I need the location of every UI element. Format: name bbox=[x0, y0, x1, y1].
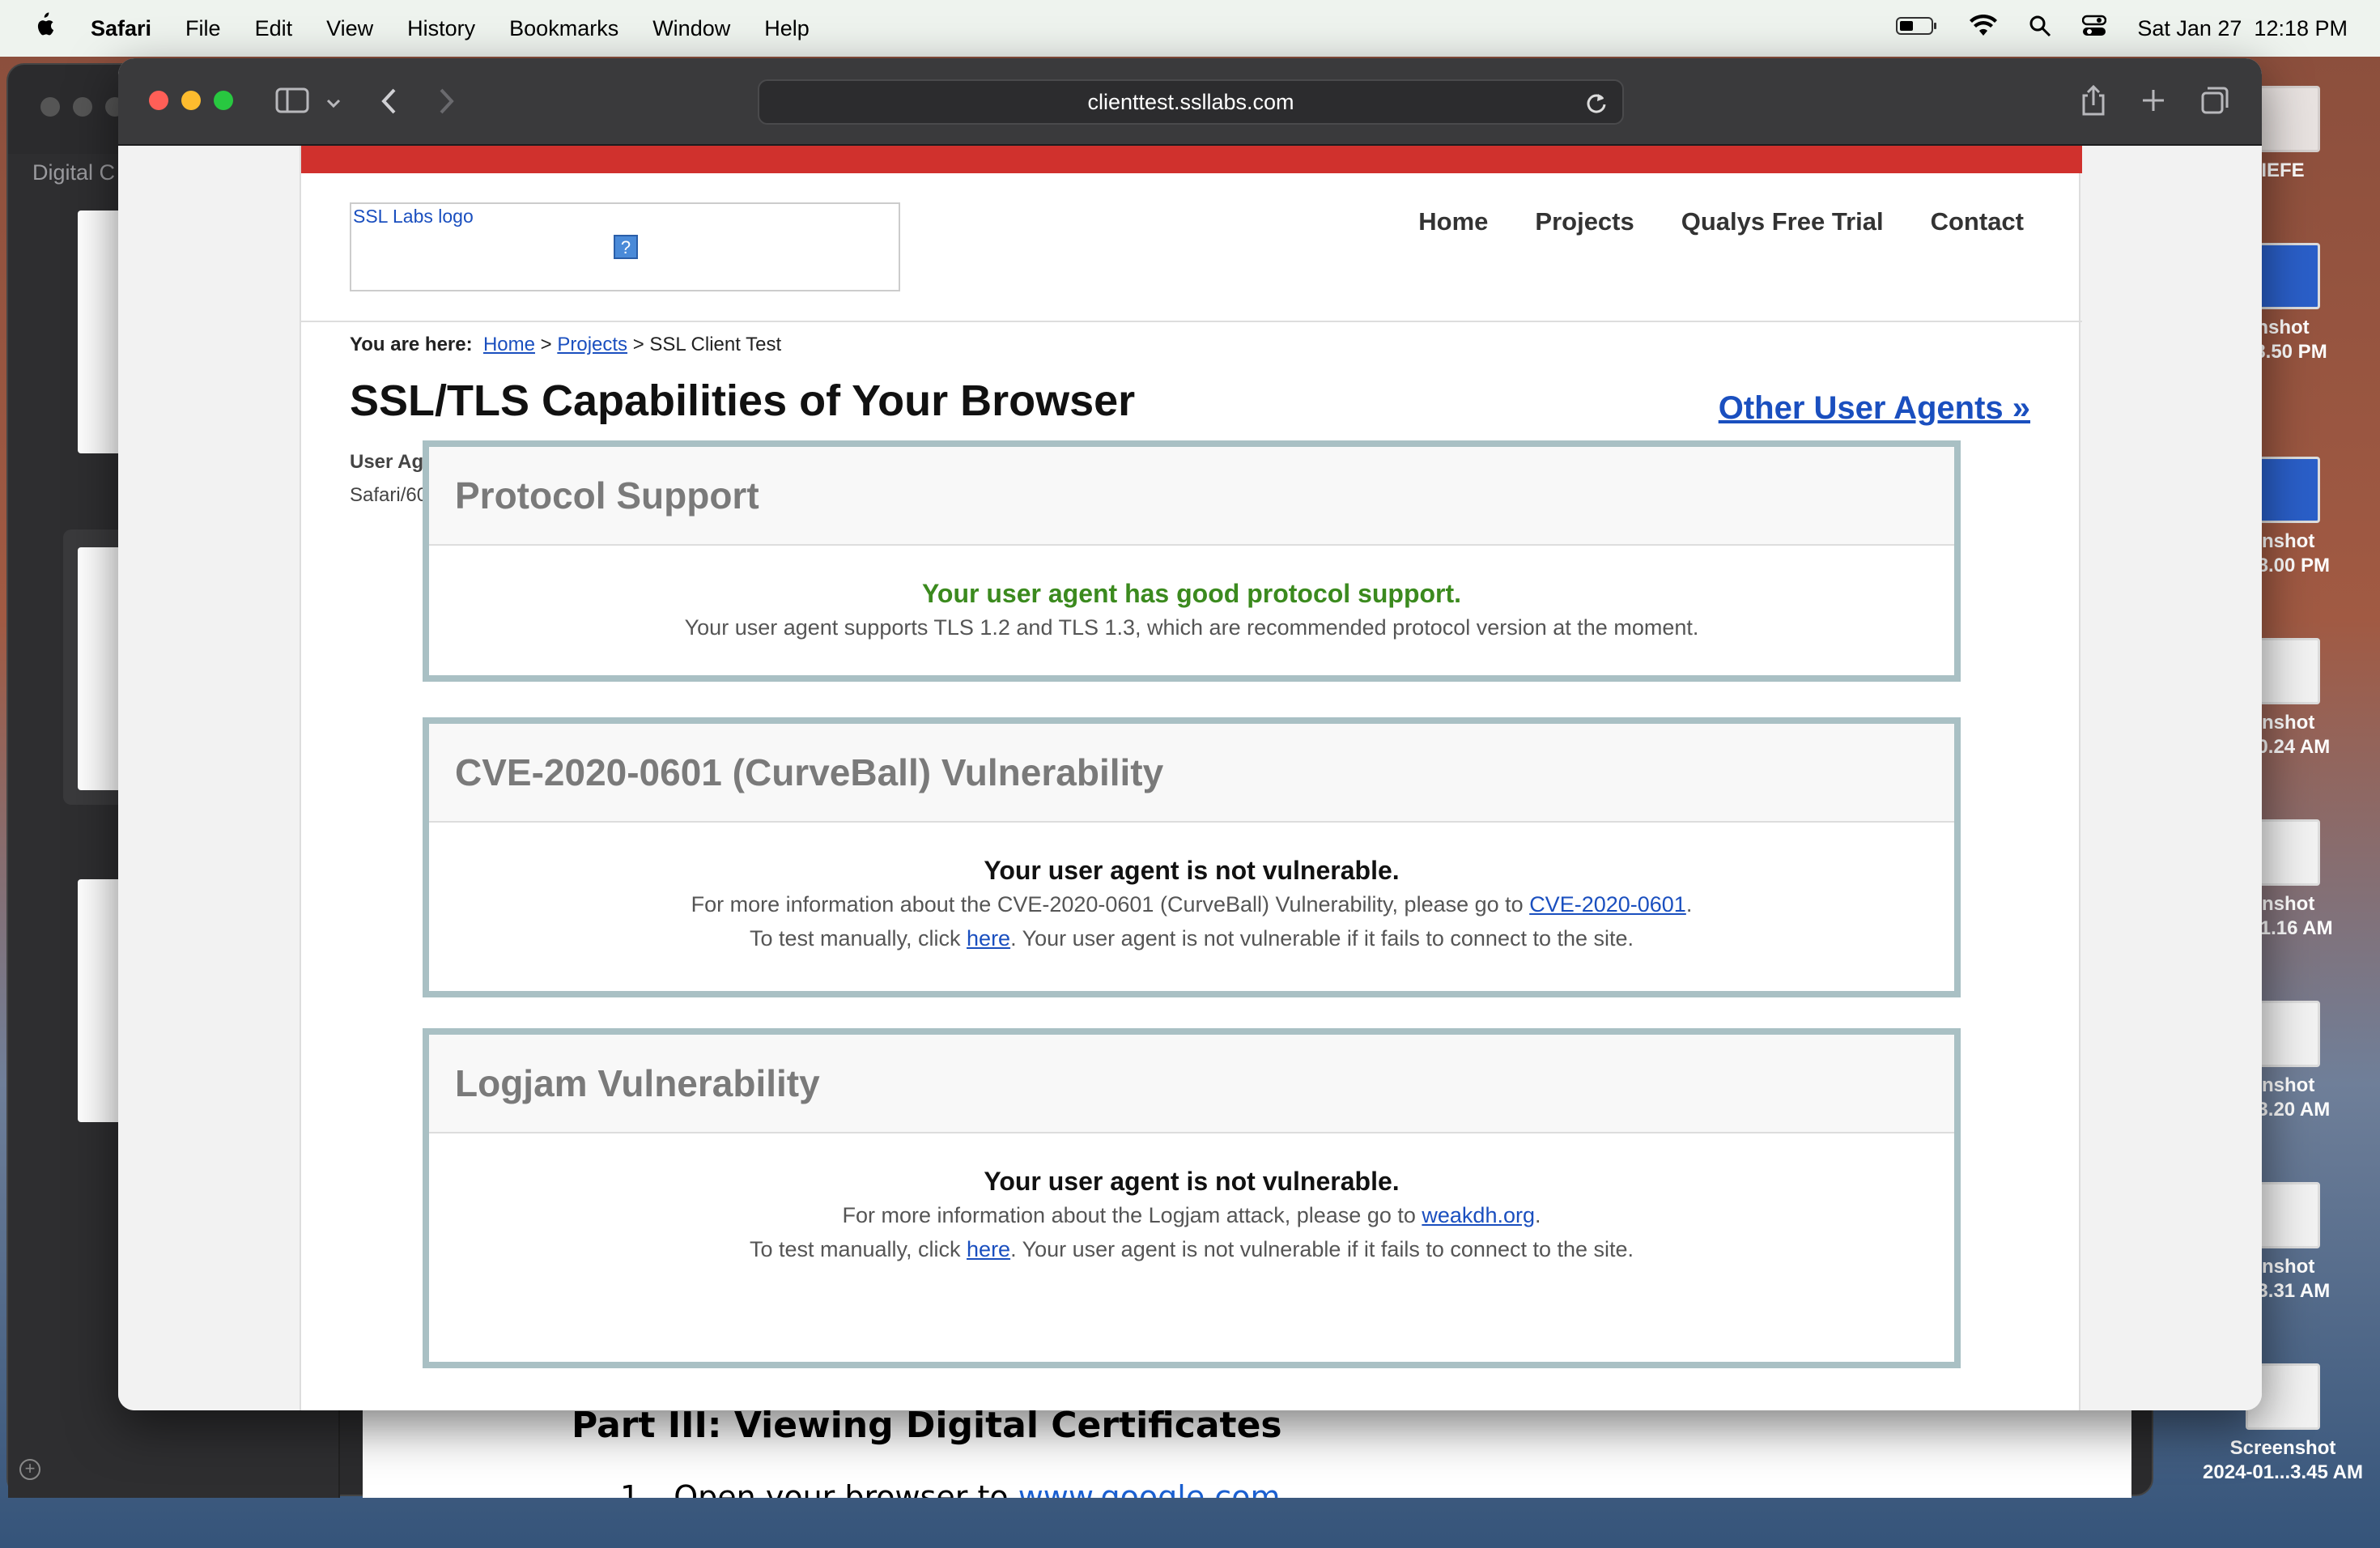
menubar-clock[interactable]: Sat Jan 27 12:18 PM bbox=[2137, 16, 2348, 41]
background-document-page: Part III: Viewing Digital Certificates 1… bbox=[363, 1405, 2131, 1498]
breadcrumb-home-link[interactable]: Home bbox=[483, 334, 535, 355]
tab-group-chevron-down-icon[interactable] bbox=[325, 83, 342, 118]
web-content[interactable]: SSL Labs logo ? Home Projects Qualys Fre… bbox=[118, 146, 2262, 1410]
doc-heading: Part III: Viewing Digital Certificates bbox=[572, 1405, 1282, 1446]
breadcrumb: You are here: Home > Projects > SSL Clie… bbox=[350, 334, 781, 356]
doc-list-item: 1. Open your browser to www.google.com bbox=[620, 1479, 1280, 1498]
curveball-info-text: For more information about the CVE-2020-… bbox=[691, 892, 1530, 916]
sidebar-toggle-icon[interactable] bbox=[275, 83, 309, 118]
menu-app-safari[interactable]: Safari bbox=[91, 16, 151, 41]
add-page-icon[interactable]: + bbox=[19, 1459, 40, 1480]
curveball-test-text-end: . Your user agent is not vulnerable if i… bbox=[1010, 926, 1634, 950]
doc-google-link[interactable]: www.google.com bbox=[1018, 1479, 1281, 1498]
address-bar[interactable]: clienttest.ssllabs.com bbox=[758, 79, 1624, 125]
broken-image-icon: ? bbox=[614, 235, 638, 259]
logjam-test-here-link[interactable]: here bbox=[967, 1237, 1010, 1261]
curveball-info-period: . bbox=[1685, 892, 1693, 916]
spotlight-search-icon[interactable] bbox=[2029, 15, 2051, 43]
protocol-support-panel: Protocol Support Your user agent has goo… bbox=[423, 440, 1961, 682]
address-url: clienttest.ssllabs.com bbox=[1087, 90, 1294, 114]
logjam-info-period: . bbox=[1534, 1203, 1541, 1227]
apple-menu-icon[interactable] bbox=[32, 12, 55, 45]
breadcrumb-separator: > bbox=[632, 334, 644, 355]
header-accent-bar bbox=[301, 146, 2082, 173]
curveball-test-text: To test manually, click bbox=[749, 926, 967, 950]
panel-title: Protocol Support bbox=[429, 447, 1954, 546]
browser-toolbar: clienttest.ssllabs.com bbox=[118, 58, 2262, 146]
tab-overview-icon[interactable] bbox=[2200, 83, 2229, 118]
desktop-file-name: Screenshot bbox=[2229, 1437, 2336, 1459]
page-title: SSL/TLS Capabilities of Your Browser bbox=[350, 376, 1136, 425]
nav-contact[interactable]: Contact bbox=[1931, 207, 2024, 236]
new-tab-plus-icon[interactable] bbox=[2140, 83, 2166, 118]
breadcrumb-label: You are here: bbox=[350, 334, 473, 355]
logjam-vulnerability-panel: Logjam Vulnerability Your user agent is … bbox=[423, 1028, 1961, 1368]
protocol-status-headline: Your user agent has good protocol suppor… bbox=[921, 579, 1462, 608]
curveball-vulnerability-panel: CVE-2020-0601 (CurveBall) Vulnerability … bbox=[423, 717, 1961, 997]
zoom-window-button[interactable] bbox=[214, 91, 233, 110]
doc-list-number: 1. bbox=[620, 1479, 650, 1498]
menu-file[interactable]: File bbox=[185, 16, 221, 41]
back-arrow-icon[interactable] bbox=[380, 83, 398, 118]
minimize-window-button[interactable] bbox=[181, 91, 201, 110]
logjam-info-line: For more information about the Logjam at… bbox=[429, 1198, 1954, 1232]
menu-help[interactable]: Help bbox=[764, 16, 810, 41]
safari-window[interactable]: clienttest.ssllabs.com SSL Labs logo ? H… bbox=[118, 58, 2262, 1410]
reload-icon[interactable] bbox=[1585, 81, 1608, 130]
logo-alt-text: SSL Labs logo bbox=[353, 206, 474, 227]
wifi-icon[interactable] bbox=[1969, 14, 1998, 43]
sidebar-title: Digital C bbox=[32, 160, 116, 185]
close-window-button[interactable] bbox=[149, 91, 168, 110]
control-center-icon[interactable] bbox=[2082, 15, 2107, 43]
forward-arrow-icon[interactable] bbox=[437, 83, 455, 118]
cve-2020-0601-link[interactable]: CVE-2020-0601 bbox=[1529, 892, 1686, 916]
logjam-test-text-end: . Your user agent is not vulnerable if i… bbox=[1010, 1237, 1634, 1261]
logjam-test-line: To test manually, click here. Your user … bbox=[429, 1232, 1954, 1266]
weakdh-link[interactable]: weakdh.org bbox=[1422, 1203, 1535, 1227]
panel-title: CVE-2020-0601 (CurveBall) Vulnerability bbox=[429, 724, 1954, 823]
ssl-labs-logo[interactable]: SSL Labs logo ? bbox=[350, 202, 900, 291]
desktop-file-name: IEFE bbox=[2261, 159, 2305, 181]
logjam-info-text: For more information about the Logjam at… bbox=[842, 1203, 1422, 1227]
protocol-status-detail: Your user agent supports TLS 1.2 and TLS… bbox=[684, 615, 1699, 640]
menu-window[interactable]: Window bbox=[652, 16, 730, 41]
desktop-file-name: nshot bbox=[2256, 317, 2310, 338]
breadcrumb-separator: > bbox=[540, 334, 552, 355]
logjam-test-text: To test manually, click bbox=[749, 1237, 967, 1261]
desktop-file-date: 2024-01...3.45 AM bbox=[2203, 1461, 2363, 1483]
panel-title: Logjam Vulnerability bbox=[429, 1035, 1954, 1133]
nav-qualys-free-trial[interactable]: Qualys Free Trial bbox=[1681, 207, 1884, 236]
menu-view[interactable]: View bbox=[326, 16, 373, 41]
curveball-test-here-link[interactable]: here bbox=[967, 926, 1010, 950]
nav-projects[interactable]: Projects bbox=[1535, 207, 1634, 236]
curveball-status-headline: Your user agent is not vulnerable. bbox=[984, 856, 1400, 885]
header-divider bbox=[301, 321, 2082, 322]
menu-edit[interactable]: Edit bbox=[255, 16, 293, 41]
menu-bar: Safari File Edit View History Bookmarks … bbox=[0, 0, 2380, 57]
ssllabs-page: SSL Labs logo ? Home Projects Qualys Fre… bbox=[300, 146, 2082, 1410]
logjam-status-headline: Your user agent is not vulnerable. bbox=[984, 1167, 1400, 1196]
background-window-controls bbox=[40, 97, 125, 117]
other-user-agents-link[interactable]: Other User Agents » bbox=[1719, 390, 2030, 427]
menu-history[interactable]: History bbox=[407, 16, 475, 41]
doc-list-text: Open your browser to bbox=[674, 1479, 1018, 1498]
nav-home[interactable]: Home bbox=[1418, 207, 1488, 236]
battery-icon[interactable] bbox=[1896, 15, 1938, 42]
site-nav: Home Projects Qualys Free Trial Contact bbox=[1418, 207, 2024, 236]
curveball-test-line: To test manually, click here. Your user … bbox=[429, 921, 1954, 955]
curveball-info-line: For more information about the CVE-2020-… bbox=[429, 887, 1954, 921]
share-icon[interactable] bbox=[2080, 83, 2106, 118]
breadcrumb-projects-link[interactable]: Projects bbox=[557, 334, 627, 355]
breadcrumb-current: SSL Client Test bbox=[649, 334, 782, 355]
menu-bookmarks[interactable]: Bookmarks bbox=[509, 16, 618, 41]
